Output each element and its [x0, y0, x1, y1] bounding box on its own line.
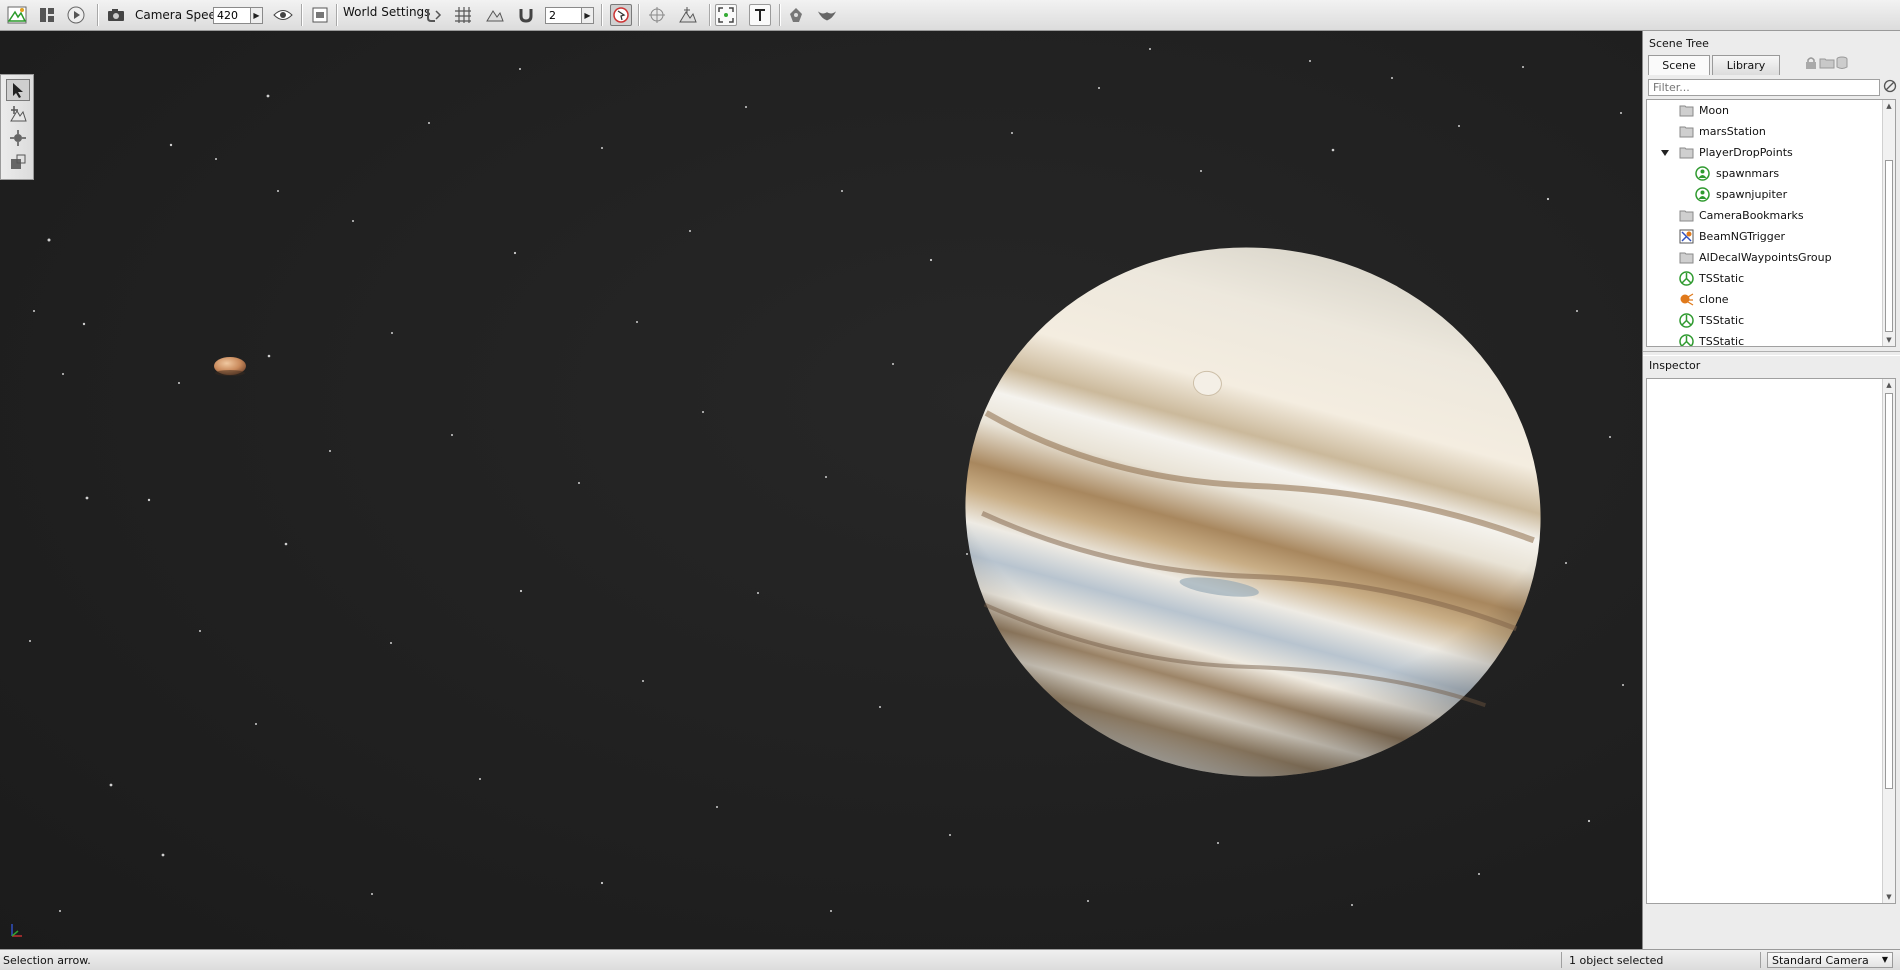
- camera-mode-select[interactable]: Standard Camera ▼: [1767, 952, 1893, 968]
- tsstatic-icon: [1679, 334, 1694, 346]
- selection-count: 1 object selected: [1569, 954, 1664, 967]
- scrollbar-thumb[interactable]: [1885, 160, 1893, 332]
- world-settings-label[interactable]: World Settings: [343, 5, 430, 19]
- inspector-title: Inspector: [1649, 359, 1701, 372]
- inspector-scrollbar[interactable]: ▲ ▼: [1882, 379, 1895, 903]
- gui-editor-icon[interactable]: [36, 4, 58, 26]
- tree-item-playerdroppoints[interactable]: PlayerDropPoints: [1647, 142, 1881, 163]
- lock-icon[interactable]: [1805, 56, 1817, 73]
- scroll-down-icon[interactable]: ▼: [1883, 891, 1895, 903]
- camera-mode-value: Standard Camera: [1772, 954, 1869, 967]
- rotate-gizmo-icon[interactable]: [6, 127, 30, 149]
- moon-planet: [214, 357, 246, 376]
- play-icon[interactable]: [65, 4, 87, 26]
- tree-item-beamngtrigger[interactable]: BeamNGTrigger: [1647, 226, 1881, 247]
- object-transform-icon[interactable]: [677, 4, 699, 26]
- visibility-eye-icon[interactable]: [272, 4, 294, 26]
- scroll-up-icon[interactable]: ▲: [1883, 379, 1895, 391]
- spawn-point-icon: [1695, 187, 1710, 202]
- spawn-point-icon: [1695, 166, 1710, 181]
- tree-item-tsstatic[interactable]: TSStatic: [1647, 268, 1881, 289]
- tree-item-camerabookmarks[interactable]: CameraBookmarks: [1647, 205, 1881, 226]
- clear-filter-icon[interactable]: [1883, 79, 1897, 96]
- database-icon[interactable]: [1836, 56, 1848, 73]
- gizmo-tool-palette: [0, 74, 34, 180]
- terrain-snap-icon[interactable]: [484, 4, 506, 26]
- select-arrow-icon[interactable]: [6, 79, 30, 101]
- scene-viewport[interactable]: [0, 31, 1641, 949]
- main-toolbar: Camera Speed ▶ World Settings ▶: [0, 0, 1900, 31]
- world-editor-icon[interactable]: [6, 4, 28, 26]
- tree-item-spawnmars[interactable]: spawnmars: [1647, 163, 1881, 184]
- folder-icon: [1679, 251, 1694, 265]
- tab-library[interactable]: Library: [1712, 55, 1780, 75]
- status-hint: Selection arrow.: [3, 954, 91, 967]
- snap-to-terrain-icon[interactable]: [423, 4, 445, 26]
- new-group-folder-icon[interactable]: [1819, 57, 1835, 72]
- move-gizmo-icon[interactable]: [6, 103, 30, 125]
- status-bar: Selection arrow. 1 object selected Stand…: [0, 949, 1900, 970]
- folder-icon: [1679, 104, 1694, 118]
- fit-view-icon[interactable]: [715, 4, 737, 26]
- expand-arrow-icon[interactable]: [1659, 146, 1671, 160]
- camera-speed-input[interactable]: [213, 7, 254, 24]
- decal-tool-icon[interactable]: [785, 4, 807, 26]
- tsstatic-icon: [1679, 271, 1694, 286]
- right-panel: Scene Tree Scene Library Moon marsStatio…: [1642, 31, 1900, 949]
- tree-item-spawnjupiter[interactable]: spawnjupiter: [1647, 184, 1881, 205]
- object-center-icon[interactable]: [646, 4, 668, 26]
- tree-item-aidecalwaypointsgroup[interactable]: AIDecalWaypointsGroup: [1647, 247, 1881, 268]
- camera-speed-label: Camera Speed: [135, 8, 224, 22]
- folder-icon: [1679, 209, 1694, 223]
- folder-icon: [1679, 146, 1694, 160]
- scale-gizmo-icon[interactable]: [6, 151, 30, 173]
- camera-speed-arrow-icon[interactable]: ▶: [250, 7, 263, 24]
- light-icon: [1679, 293, 1694, 307]
- text-label-icon[interactable]: [749, 4, 771, 26]
- snap-size-arrow-icon[interactable]: ▶: [581, 7, 594, 24]
- scene-tree-title: Scene Tree: [1649, 37, 1709, 50]
- magnet-snap-icon[interactable]: [515, 4, 537, 26]
- snap-size-input[interactable]: [545, 7, 585, 24]
- trigger-icon: [1679, 229, 1694, 244]
- tree-item-clone[interactable]: clone: [1647, 289, 1881, 310]
- scene-filter-input[interactable]: [1648, 79, 1880, 96]
- space-scene: [11, 48, 1624, 937]
- scrollbar-thumb[interactable]: [1885, 393, 1893, 789]
- tab-scene[interactable]: Scene: [1648, 55, 1710, 75]
- camera-icon[interactable]: [105, 4, 127, 26]
- scroll-up-icon[interactable]: ▲: [1883, 100, 1895, 112]
- tree-item-tsstatic[interactable]: TSStatic: [1647, 310, 1881, 331]
- tree-item-moon[interactable]: Moon: [1647, 100, 1881, 121]
- object-select-mode-icon[interactable]: [610, 4, 632, 26]
- inspector-panel: ▲ ▼: [1646, 378, 1896, 904]
- tree-item-tsstatic[interactable]: TSStatic: [1647, 331, 1881, 346]
- eagle-icon[interactable]: [816, 4, 838, 26]
- scene-tree-scrollbar[interactable]: ▲ ▼: [1882, 100, 1895, 346]
- scene-tree: Moon marsStation PlayerDropPoints spawnm…: [1646, 99, 1896, 347]
- chevron-down-icon: ▼: [1881, 955, 1888, 964]
- jupiter-planet: [965, 247, 1541, 777]
- axis-gizmo-icon: [11, 924, 22, 937]
- grid-snap-icon[interactable]: [452, 4, 474, 26]
- folder-icon: [1679, 125, 1694, 139]
- tsstatic-icon: [1679, 313, 1694, 328]
- scroll-down-icon[interactable]: ▼: [1883, 334, 1895, 346]
- tree-item-marsstation[interactable]: marsStation: [1647, 121, 1881, 142]
- screenshot-icon[interactable]: [309, 4, 331, 26]
